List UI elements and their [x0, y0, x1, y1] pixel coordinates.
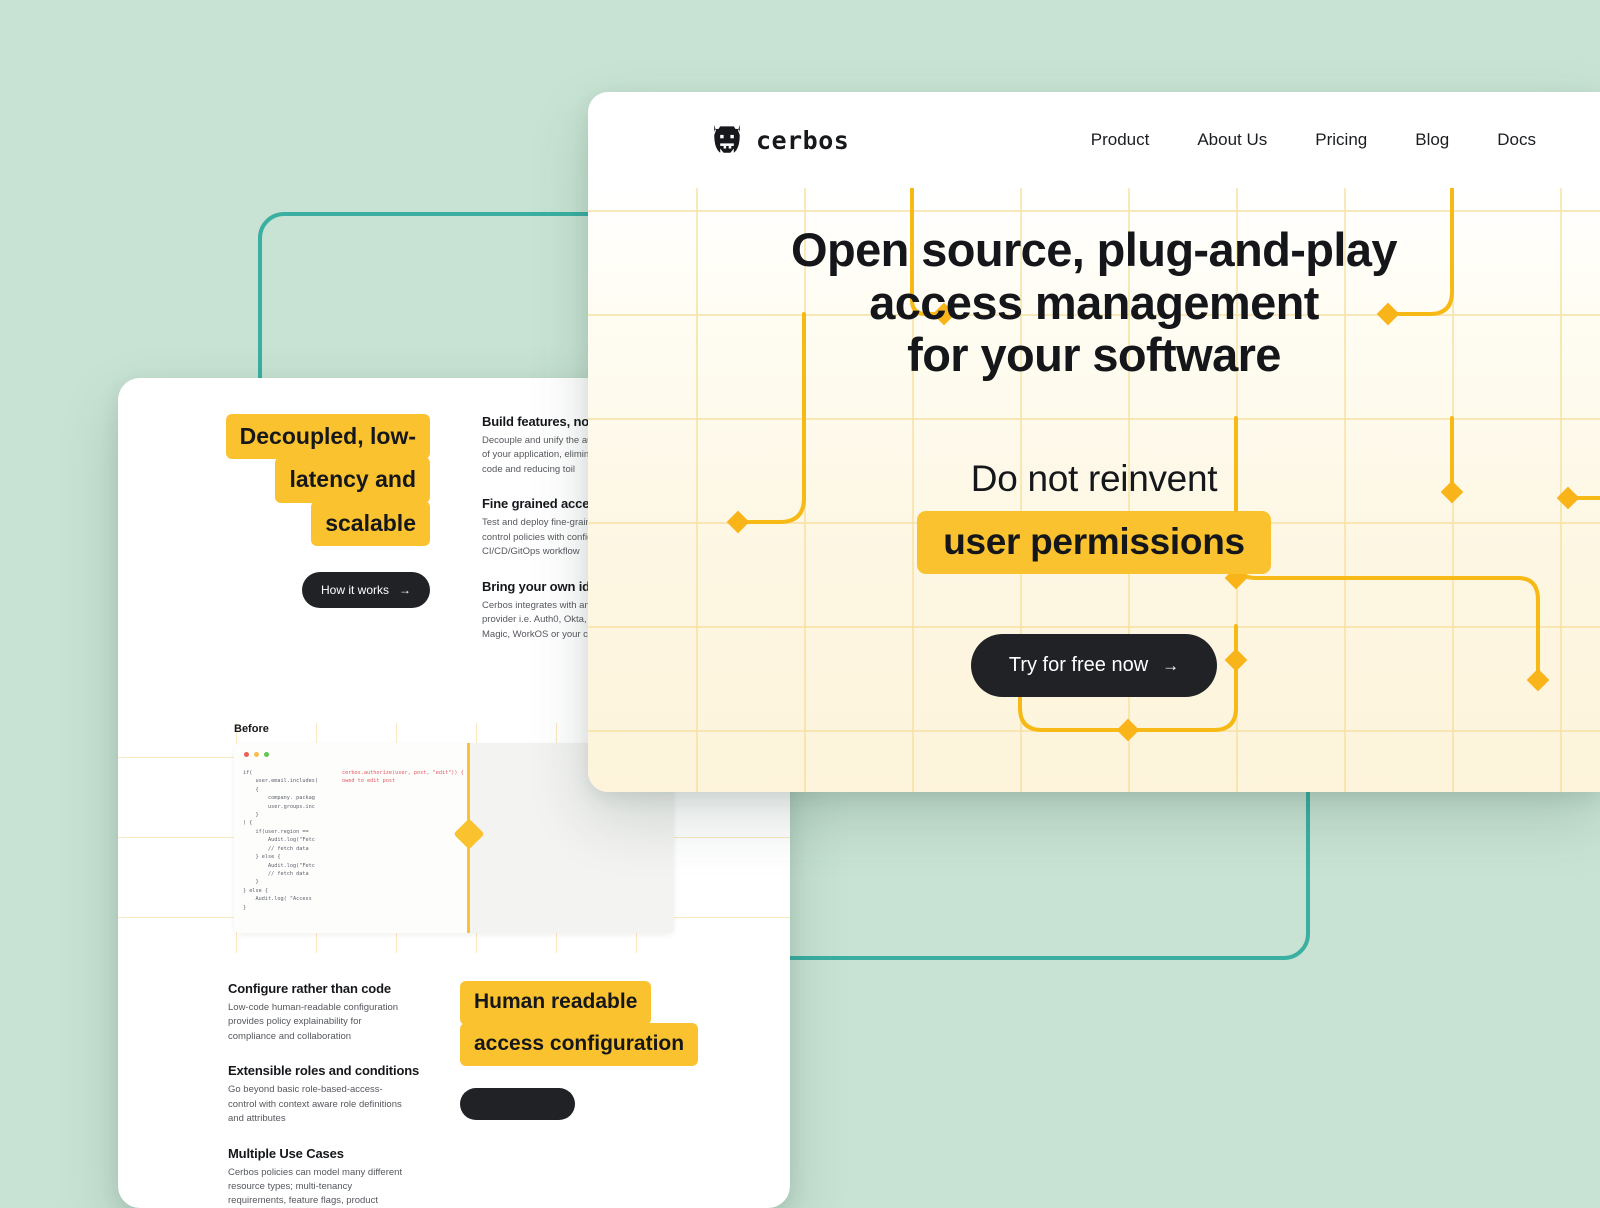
close-dot-icon [244, 751, 249, 757]
feature-title: Multiple Use Cases [228, 1145, 344, 1161]
feature-card-bottom-section: Configure rather than code Low-code huma… [118, 933, 790, 1208]
brand-logo[interactable]: cerbos [710, 123, 849, 157]
cerberus-dog-head-icon [714, 124, 740, 153]
feature-title: Configure rather than code [228, 980, 391, 996]
hero-heading-line-2: access management [869, 275, 1319, 329]
nav-item-blog[interactable]: Blog [1391, 124, 1473, 156]
arrow-right-icon: → [399, 583, 411, 598]
feature-body: Low-code human-readable configuration pr… [228, 1001, 399, 1042]
highlighted-headline: Decoupled, low- latency and scalable [225, 414, 430, 547]
feature-item: Extensible roles and conditions Go beyon… [228, 1063, 448, 1126]
feature-list-bottom: Configure rather than code Low-code huma… [118, 981, 448, 1208]
bottom-headline-line-2: access configuration [460, 1022, 699, 1067]
window-traffic-lights [244, 751, 269, 757]
hero-card: cerbos Product About Us Pricing Blog Doc… [588, 92, 1600, 792]
headline-line-1: Decoupled, low- [225, 414, 430, 460]
bottom-highlighted-headline: Human readable access configuration [460, 980, 790, 1067]
nav-item-pricing[interactable]: Pricing [1291, 124, 1391, 156]
minimize-dot-icon [254, 751, 259, 757]
headline-line-2: latency and [275, 457, 430, 503]
feature-title: Extensible roles and conditions [228, 1063, 420, 1079]
how-it-works-label: How it works [320, 583, 389, 598]
try-for-free-label: Try for free now [1008, 654, 1149, 677]
feature-body: Cerbos policies can model many different… [228, 1166, 403, 1207]
screenshot-stage: Decoupled, low- latency and scalable How… [0, 0, 1600, 1208]
feature-item: Configure rather than code Low-code huma… [228, 981, 448, 1044]
nav-item-docs[interactable]: Docs [1473, 124, 1560, 156]
site-header: cerbos Product About Us Pricing Blog Doc… [588, 92, 1600, 188]
headline-line-3: scalable [311, 500, 430, 547]
before-label: Before [234, 722, 269, 735]
hero-highlight-chip: user permissions [917, 510, 1271, 575]
hero-cta-row: Try for free now → [588, 634, 1600, 698]
hero-heading-line-1: Open source, plug-and-play [791, 223, 1398, 276]
maximize-dot-icon [264, 751, 269, 757]
feature-headline-column: Decoupled, low- latency and scalable How… [118, 414, 430, 661]
nav-item-product[interactable]: Product [1067, 124, 1174, 156]
bottom-headline-column: Human readable access configuration [448, 980, 790, 1208]
how-it-works-button[interactable]: How it works → [301, 572, 430, 609]
comparison-slider-handle[interactable] [453, 742, 485, 933]
after-code-text: cerbos.authorize(user, post, "edit")) { … [342, 769, 464, 785]
bottom-headline-line-1: Human readable [460, 980, 652, 1025]
hero-heading-line-3: for your software [907, 328, 1281, 382]
hero-body: Open source, plug-and-play access manage… [588, 188, 1600, 792]
nav-item-about-us[interactable]: About Us [1173, 124, 1291, 156]
feature-item: Multiple Use Cases Cerbos policies can m… [228, 1146, 448, 1208]
try-for-free-button[interactable]: Try for free now → [970, 634, 1218, 698]
hero-text-block: Open source, plug-and-play access manage… [588, 188, 1600, 698]
feature-body: Go beyond basic role-based-access-contro… [228, 1084, 402, 1125]
arrow-right-icon: → [1162, 655, 1180, 675]
main-navigation: Product About Us Pricing Blog Docs [1067, 124, 1600, 156]
brand-name: cerbos [756, 125, 850, 155]
before-code-text: if( user.email.includes( { company. pack… [243, 769, 318, 911]
hero-subheading-block: Do not reinvent user permissions [588, 457, 1600, 575]
how-it-works-row: How it works → [228, 572, 430, 609]
page-title: Open source, plug-and-play access manage… [714, 223, 1474, 382]
bottom-cta-button[interactable] [460, 1088, 575, 1121]
hero-subheading: Do not reinvent [970, 457, 1218, 499]
